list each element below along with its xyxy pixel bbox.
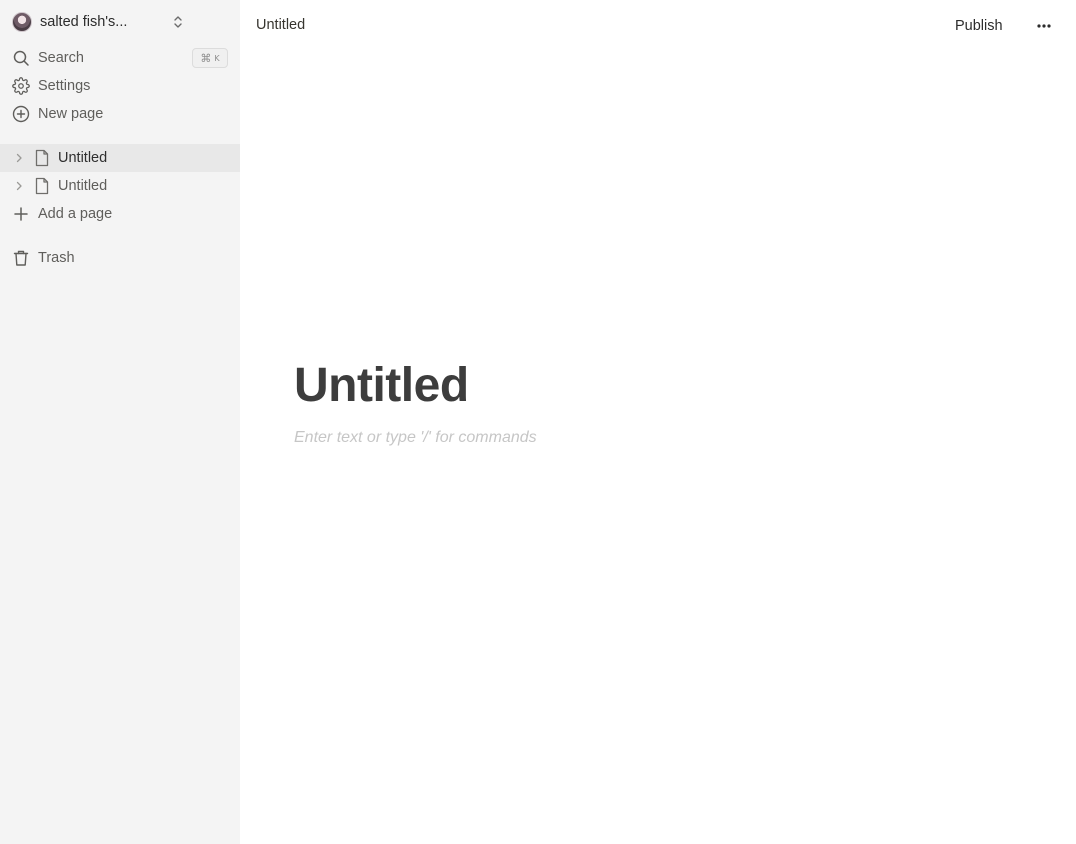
breadcrumb-page-title[interactable]: Untitled bbox=[256, 17, 305, 33]
publish-button[interactable]: Publish bbox=[946, 12, 1012, 40]
plus-icon bbox=[12, 205, 30, 223]
more-options-button[interactable] bbox=[1030, 14, 1058, 38]
page-title[interactable]: Untitled bbox=[294, 358, 469, 413]
chevron-right-icon[interactable] bbox=[12, 151, 26, 165]
sidebar-page-item[interactable]: Untitled bbox=[0, 144, 240, 172]
search-label: Search bbox=[38, 50, 84, 66]
add-page-label: Add a page bbox=[38, 206, 113, 222]
shortcut-key: K bbox=[214, 53, 220, 63]
new-page-button[interactable]: New page bbox=[0, 100, 240, 128]
chevron-up-down-icon[interactable] bbox=[170, 14, 186, 30]
sidebar-page-item[interactable]: Untitled bbox=[0, 172, 240, 200]
search-shortcut-badge: ⌘ K bbox=[192, 48, 228, 68]
document-icon bbox=[33, 149, 51, 167]
trash-label: Trash bbox=[38, 250, 75, 266]
new-page-label: New page bbox=[38, 106, 104, 122]
trash-icon bbox=[12, 249, 30, 267]
editor-placeholder[interactable]: Enter text or type '/' for commands bbox=[294, 429, 537, 447]
avatar bbox=[12, 12, 32, 32]
plus-circle-icon bbox=[12, 105, 30, 123]
workspace-switcher[interactable]: salted fish's... bbox=[0, 6, 240, 38]
sidebar: salted fish's... Search ⌘ K Settings New… bbox=[0, 0, 240, 844]
chevron-right-icon[interactable] bbox=[12, 179, 26, 193]
sidebar-page-label: Untitled bbox=[58, 150, 108, 166]
document-icon bbox=[33, 177, 51, 195]
ellipsis-icon bbox=[1037, 24, 1051, 28]
gear-icon bbox=[12, 77, 30, 95]
workspace-name: salted fish's... bbox=[40, 14, 128, 30]
add-page-button[interactable]: Add a page bbox=[0, 200, 240, 228]
search-button[interactable]: Search ⌘ K bbox=[0, 44, 240, 72]
search-icon bbox=[12, 49, 30, 67]
command-key-glyph: ⌘ bbox=[200, 51, 212, 65]
trash-button[interactable]: Trash bbox=[0, 244, 240, 272]
sidebar-page-label: Untitled bbox=[58, 178, 108, 194]
settings-button[interactable]: Settings bbox=[0, 72, 240, 100]
settings-label: Settings bbox=[38, 78, 91, 94]
